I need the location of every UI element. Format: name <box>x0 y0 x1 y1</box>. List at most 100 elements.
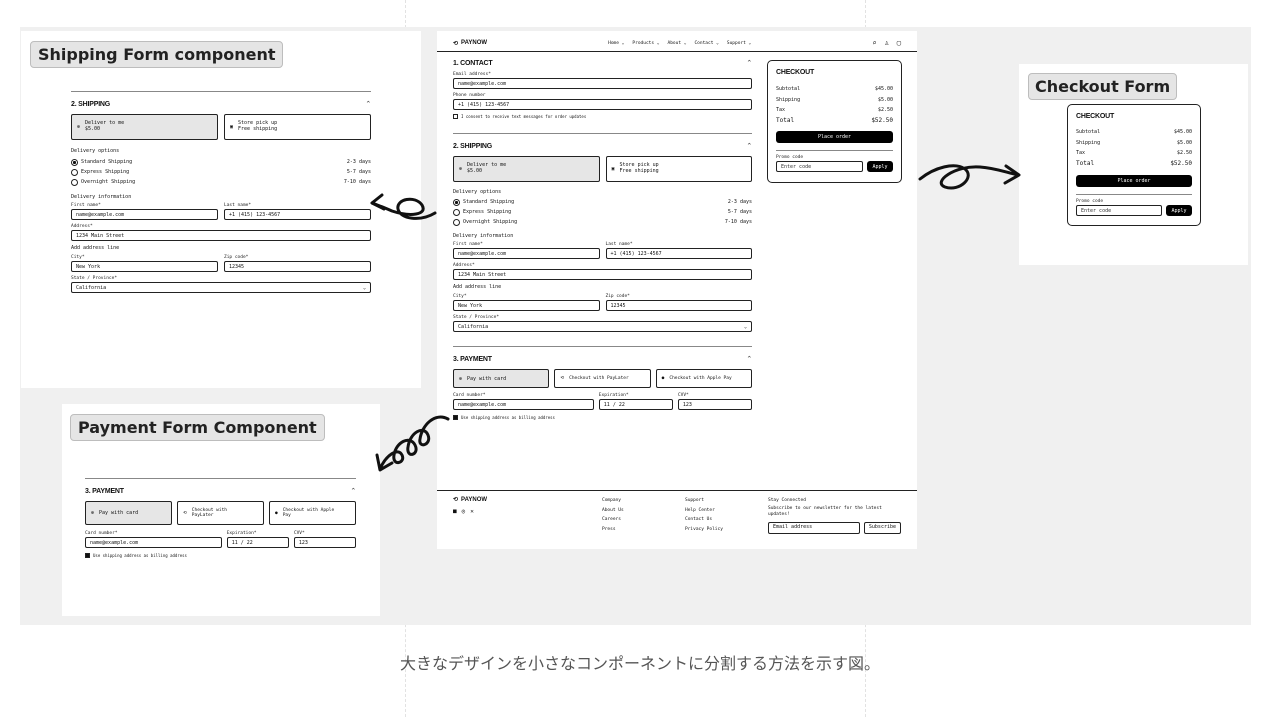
checkbox-label: Use shipping address as billing address <box>93 553 187 558</box>
chevron-down-icon: ⌄ <box>743 323 747 330</box>
footer-link-company[interactable]: Company <box>602 496 685 506</box>
last-name-field[interactable]: +1 (415) 123-4567 <box>605 248 752 259</box>
apple-pay-button[interactable]: ● Checkout with Apple Pay <box>269 501 356 525</box>
card-number-field[interactable]: name@example.com <box>85 537 222 548</box>
promo-code-input[interactable]: Enter code <box>776 161 863 172</box>
pay-with-card-button[interactable]: ⊕ Pay with card <box>453 369 550 388</box>
footer-link-help[interactable]: Help Center <box>685 506 768 516</box>
nav-item-home[interactable]: Home ⌄ <box>608 41 624 46</box>
radio-standard[interactable]: Standard Shipping 2-3 days <box>453 197 752 207</box>
last-name-field[interactable]: +1 (415) 123-4567 <box>224 209 371 220</box>
deliver-to-me-option[interactable]: ⊕ Deliver to me $5.00 <box>71 114 218 140</box>
promo-code-input[interactable]: Enter code <box>1076 205 1162 216</box>
x-icon[interactable]: ✕ <box>470 507 474 517</box>
place-order-button[interactable]: Place order <box>776 131 893 143</box>
consent-checkbox[interactable]: I consent to receive text messages for o… <box>453 114 752 119</box>
radio-express[interactable]: Express Shipping 5-7 days <box>453 207 752 217</box>
shipping-component-tag: Shipping Form component <box>30 41 284 68</box>
zip-field[interactable]: 12345 <box>224 261 371 272</box>
apply-button[interactable]: Apply <box>1166 205 1192 216</box>
zip-field[interactable]: 12345 <box>605 300 752 311</box>
nav-icons: ⌕ ♙ ▢ <box>872 39 901 47</box>
deliver-to-me-option[interactable]: ⊕ Deliver to me $5.00 <box>453 156 600 182</box>
nav-item-contact[interactable]: Contact ⌄ <box>694 41 718 46</box>
delivery-info-label: Delivery information <box>453 233 514 239</box>
place-order-button[interactable]: Place order <box>1076 175 1192 187</box>
radio-overnight[interactable]: Overnight Shipping 7-10 days <box>453 217 752 227</box>
first-name-field[interactable]: name@example.com <box>71 209 218 220</box>
shipping-section-header[interactable]: 2. SHIPPING ⌃ <box>71 100 371 109</box>
apple-pay-button[interactable]: ● Checkout with Apple Pay <box>655 369 752 388</box>
contact-section-header[interactable]: 1. CONTACT ⌃ <box>453 59 752 68</box>
email-field[interactable]: name@example.com <box>453 78 752 89</box>
payment-section-header[interactable]: 3. PAYMENT ⌃ <box>453 355 752 364</box>
facebook-icon[interactable]: ■ <box>453 507 457 517</box>
row-label: Tax <box>1076 150 1086 156</box>
radio-standard[interactable]: Standard Shipping 2-3 days <box>71 157 371 167</box>
state-select[interactable]: California ⌄ <box>71 282 371 293</box>
chevron-up-icon: ⌃ <box>746 356 752 363</box>
card-number-field[interactable]: name@example.com <box>453 399 594 410</box>
section-title: 2. SHIPPING <box>453 142 493 150</box>
apply-button[interactable]: Apply <box>867 161 893 172</box>
state-select[interactable]: California ⌄ <box>453 321 752 332</box>
button-label: Pay with card <box>99 510 139 516</box>
row-value: $45.00 <box>874 86 893 92</box>
shipping-row: Shipping $5.00 <box>776 95 893 106</box>
city-field[interactable]: New York <box>71 261 218 272</box>
field-label: City* <box>71 255 85 260</box>
paylater-icon: ⟲ <box>560 376 565 381</box>
phone-field[interactable]: +1 (415) 123-4567 <box>453 99 752 110</box>
billing-checkbox[interactable]: Use shipping address as billing address <box>85 553 356 558</box>
paylater-button[interactable]: ⟲ Checkout with PayLater <box>554 369 651 388</box>
subscribe-button[interactable]: Subscribe <box>863 521 901 534</box>
expiration-field[interactable]: 11 / 22 <box>226 537 289 548</box>
footer-link-careers[interactable]: Careers <box>602 515 685 525</box>
store-pickup-option[interactable]: ▣ Store pick up Free shipping <box>605 156 752 182</box>
billing-checkbox[interactable]: Use shipping address as billing address <box>453 415 752 420</box>
add-address-line-link[interactable]: Add address line <box>453 284 752 290</box>
footer: ⟲ PAYNOW ■ ◎ ✕ Company About Us Careers Pre… <box>453 496 901 534</box>
nav-item-products[interactable]: Products ⌄ <box>632 41 659 46</box>
store-pickup-option[interactable]: ▣ Store pick up Free shipping <box>224 114 371 140</box>
radio-express[interactable]: Express Shipping 5-7 days <box>71 167 371 177</box>
chevron-up-icon: ⌃ <box>746 143 752 150</box>
cvv-field[interactable]: 123 <box>293 537 356 548</box>
footer-link-support[interactable]: Support <box>685 496 768 506</box>
shipping-section-header[interactable]: 2. SHIPPING ⌃ <box>453 142 752 151</box>
address-field[interactable]: 1234 Main Street <box>453 269 752 280</box>
add-address-line-link[interactable]: Add address line <box>71 245 371 251</box>
address-field[interactable]: 1234 Main Street <box>71 230 371 241</box>
field-label: Promo code <box>1076 199 1104 204</box>
paylater-icon: ⟲ <box>183 510 187 516</box>
brand-name: PAYNOW <box>461 497 488 503</box>
first-name-field[interactable]: name@example.com <box>453 248 600 259</box>
city-field[interactable]: New York <box>453 300 600 311</box>
nav-divider <box>437 51 917 52</box>
footer-link-press[interactable]: Press <box>602 525 685 535</box>
footer-link-contact[interactable]: Contact Us <box>685 515 768 525</box>
pay-with-card-button[interactable]: ⊕ Pay with card <box>85 501 172 525</box>
footer-link-privacy[interactable]: Privacy Policy <box>685 525 768 535</box>
brand[interactable]: ⟲ PAYNOW <box>453 40 487 47</box>
section-title: 3. PAYMENT <box>453 355 492 363</box>
paylater-button[interactable]: ⟲ Checkout with PayLater <box>177 501 264 525</box>
radio-overnight[interactable]: Overnight Shipping 7-10 days <box>71 177 371 187</box>
option-price: Free shipping <box>619 168 659 174</box>
field-label: Address* <box>71 224 93 229</box>
instagram-icon[interactable]: ◎ <box>462 507 466 517</box>
nav-item-about[interactable]: About ⌄ <box>668 41 687 46</box>
checkout-component-card: Checkout Form CHECKOUT Subtotal $45.00 Sh… <box>1019 64 1248 265</box>
cart-icon[interactable]: ▢ <box>897 39 901 47</box>
cvv-field[interactable]: 123 <box>677 399 753 410</box>
section-title: 3. PAYMENT <box>85 487 124 495</box>
user-icon[interactable]: ♙ <box>885 39 889 47</box>
expiration-field[interactable]: 11 / 22 <box>598 399 673 410</box>
newsletter-email-input[interactable]: Email address <box>768 521 860 534</box>
search-icon[interactable]: ⌕ <box>872 39 876 47</box>
row-label: Total <box>1076 159 1095 167</box>
nav-item-support[interactable]: Support ⌄ <box>727 41 751 46</box>
payment-section-header[interactable]: 3. PAYMENT ⌃ <box>85 487 356 496</box>
field-label: Promo code <box>776 155 804 160</box>
footer-link-about[interactable]: About Us <box>602 506 685 516</box>
